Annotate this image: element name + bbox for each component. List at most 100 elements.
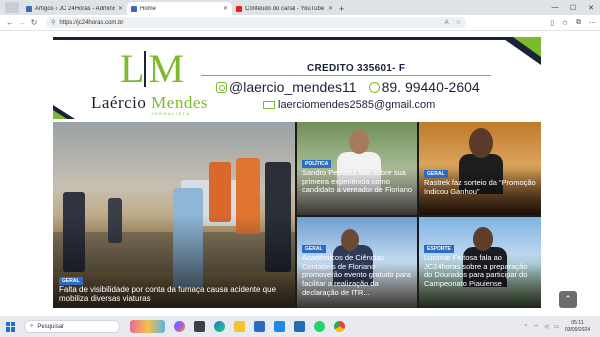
news-card-main[interactable]: GERAL Falta de visibilidade por conta da… [53,122,295,308]
windows-start-icon[interactable] [6,321,16,332]
translate-icon[interactable]: A [445,20,449,26]
maximize-icon[interactable]: ☐ [564,4,582,12]
collections-icon[interactable]: ⧉ [576,19,581,27]
mail-app-icon[interactable] [274,321,285,332]
site-favicon-icon [131,5,137,12]
reload-icon[interactable]: ↻ [28,18,40,27]
social-contacts: @laercio_mendes11 89. 99440-2604 [216,79,480,95]
category-badge[interactable]: POLÍTICA [302,160,332,168]
volume-icon[interactable]: ◁ [544,324,548,330]
category-badge[interactable]: GERAL [59,277,83,285]
browser-tab-strip: Artigos ‹ JC 24Horas - Administração ✕ H… [0,0,600,15]
category-badge[interactable]: GERAL [424,170,448,178]
news-headline[interactable]: Falta de visibilidade por conta da fumaç… [59,285,291,303]
store-icon[interactable] [254,321,265,332]
favorites-icon[interactable]: ✩ [562,19,568,27]
photo-person-head [341,229,359,251]
clock[interactable]: 05:11 03/09/2024 [565,320,590,334]
close-window-icon[interactable]: ✕ [582,4,600,12]
tab-title: Conteúdo do canal - YouTube Studio [245,5,325,12]
address-bar[interactable]: ⚲ https://jc24horas.com.br A ☆ [46,17,466,28]
profile-icon[interactable] [5,2,19,13]
logo-monogram: LM [120,46,184,91]
news-headline[interactable]: Lucimar Feitosa fala ao JC24horas sobre … [424,253,536,289]
close-tab-icon[interactable]: ✕ [223,5,228,12]
credit-underline [201,75,491,76]
news-headline[interactable]: Sandro Petrarca fala sobre sua primeira … [302,168,414,195]
chrome-icon[interactable] [334,321,345,332]
wifi-icon[interactable]: ◠ [534,324,538,330]
tab-artigos[interactable]: Artigos ‹ JC 24Horas - Administração ✕ [22,2,127,15]
category-badge[interactable]: GERAL [302,245,326,253]
instagram-icon [216,81,227,93]
clock-time: 05:11 [571,319,584,326]
tab-title: Home [140,5,157,12]
task-view-icon[interactable] [194,321,205,332]
logo-divider [144,51,147,87]
search-icon: ⌕ [30,323,34,329]
tab-youtube-studio[interactable]: Conteúdo do canal - YouTube Studio ✕ [232,2,337,15]
news-headline[interactable]: Rastrek faz sorteio da “Promoção Indicou… [424,178,536,196]
news-card[interactable]: POLÍTICA Sandro Petrarca fala sobre sua … [297,122,417,215]
close-tab-icon[interactable]: ✕ [328,5,333,12]
forward-icon[interactable]: → [16,18,28,27]
back-icon[interactable]: ← [4,18,16,27]
window-controls: — ☐ ✕ [546,0,600,15]
chevron-up-tray-icon[interactable]: ⌃ [524,324,528,330]
system-tray: ⌃ ◠ ◁ ▭ 05:11 03/09/2024 [524,320,600,334]
header-banner: LM Laércio Mendes JORNALISTA CREDITO 335… [53,37,541,119]
minimize-icon[interactable]: — [546,4,564,11]
banner-corner-decoration [53,110,67,119]
banner-top-rule [53,37,541,40]
taskbar-search[interactable]: ⌕ Pesquisar [24,320,120,333]
tab-title: Artigos ‹ JC 24Horas - Administração [35,5,115,12]
logo-last-name: Mendes [151,93,208,112]
email-contact: laerciomendes2585@gmail.com [263,99,435,111]
search-highlight-image [130,320,165,333]
search-placeholder: Pesquisar [37,323,65,330]
news-card[interactable]: GERAL Rastrek faz sorteio da “Promoção I… [419,122,541,215]
chevron-up-icon: ⌃ [564,294,572,304]
instagram-handle[interactable]: @laercio_mendes11 [229,79,357,95]
photo-person-head [469,128,493,158]
menu-dots-icon[interactable]: ⋯ [589,19,596,27]
logo-letter-m: M [148,46,184,91]
credit-number: CREDITO 335601- F [307,63,406,74]
logo-subtitle: JORNALISTA [151,111,191,116]
site-info-icon[interactable]: ⚲ [51,19,55,26]
youtube-favicon-icon [236,5,242,12]
toolbar-actions: ▯ ✩ ⧉ ⋯ [542,19,596,27]
copilot-icon[interactable] [174,321,185,332]
photo-person-head [473,227,493,251]
news-card[interactable]: ESPORTE Lucimar Feitosa fala ao JC24hora… [419,217,541,308]
banner-corner-decoration [513,37,541,57]
battery-icon[interactable]: ▭ [554,324,559,330]
browser-toolbar: ← → ↻ ⚲ https://jc24horas.com.br A ☆ ▯ ✩… [0,15,600,31]
news-headline[interactable]: Acadêmicos de Ciências Contábeis de Flor… [302,253,414,297]
windows-taskbar: ⌕ Pesquisar ⌃ ◠ ◁ ▭ 05:11 03/09/2024 [0,316,600,337]
category-badge[interactable]: ESPORTE [424,245,454,253]
tab-home[interactable]: Home ✕ [127,2,232,15]
whatsapp-icon [368,81,380,93]
web-page: LM Laércio Mendes JORNALISTA CREDITO 335… [0,32,600,316]
file-explorer-icon[interactable] [234,321,245,332]
wordpress-favicon-icon [26,5,32,12]
photo-person [209,162,231,222]
edge-icon[interactable] [214,321,225,332]
photo-person-head [349,130,369,154]
new-tab-button[interactable]: + [339,4,344,14]
logo-name: Laércio Mendes [91,93,208,113]
logo-letter-l: L [120,46,144,91]
email-address[interactable]: laerciomendes2585@gmail.com [278,99,435,111]
scroll-to-top-button[interactable]: ⌃ [559,291,577,308]
whatsapp-app-icon[interactable] [314,321,325,332]
whatsapp-number[interactable]: 89. 99440-2604 [382,79,480,95]
news-grid: GERAL Falta de visibilidade por conta da… [53,122,541,308]
photos-icon[interactable] [294,321,305,332]
url-text: https://jc24horas.com.br [59,19,124,26]
bookmark-star-icon[interactable]: ☆ [456,19,461,26]
close-tab-icon[interactable]: ✕ [118,5,123,12]
news-card[interactable]: GERAL Acadêmicos de Ciências Contábeis d… [297,217,417,308]
split-view-icon[interactable]: ▯ [550,19,554,27]
logo-first-name: Laércio [91,93,147,112]
